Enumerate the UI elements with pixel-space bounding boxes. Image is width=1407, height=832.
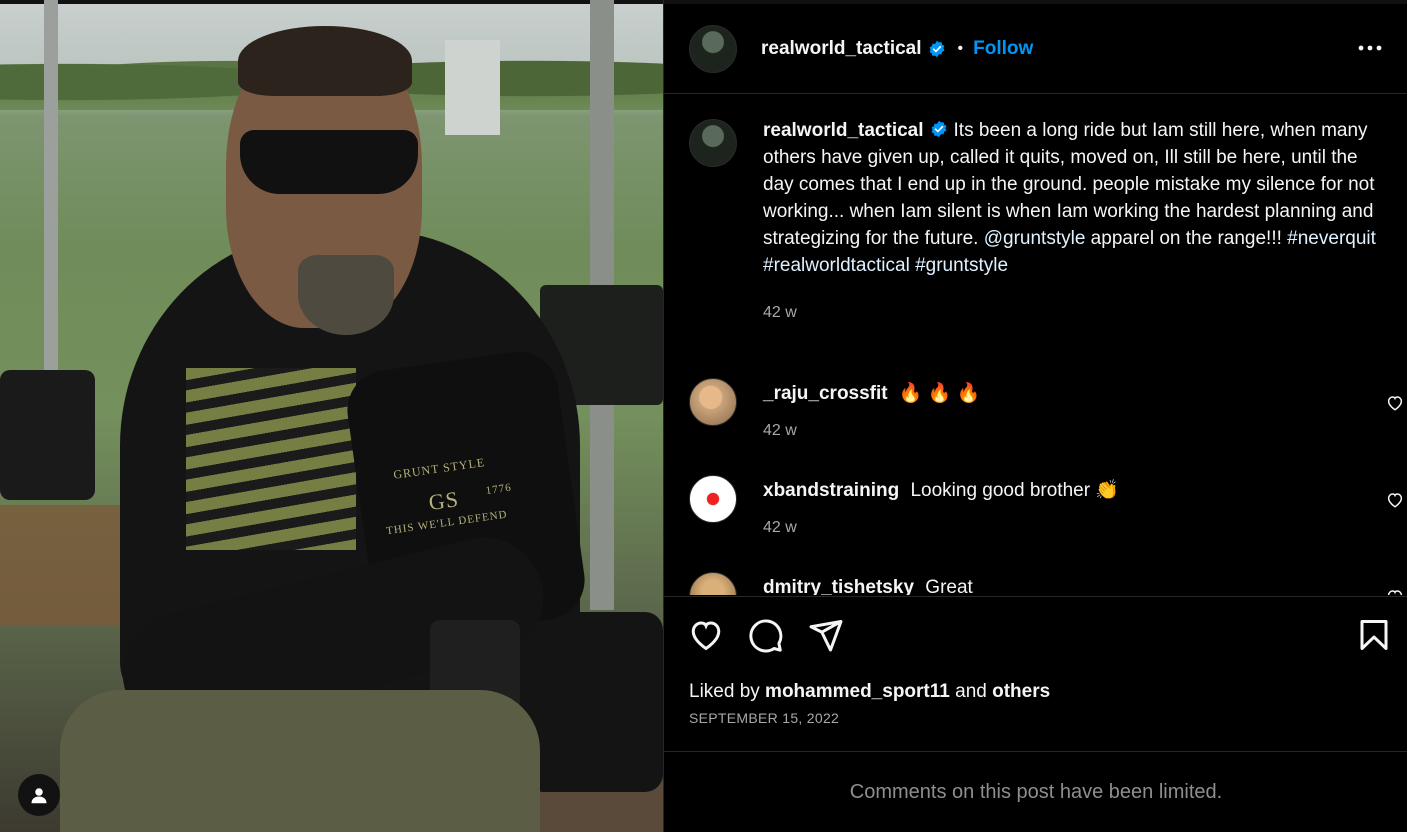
comment-item: _raju_crossfit 🔥 🔥 🔥 42 w — [689, 378, 1403, 458]
comment-bubble-icon[interactable] — [748, 617, 784, 653]
person-legs — [60, 690, 540, 832]
comment-timestamp[interactable]: 42 w — [763, 422, 797, 440]
post-photo: GRUNT STYLE GS 1776 THIS WE'LL DEFEND — [0, 0, 663, 832]
like-heart-icon[interactable] — [688, 617, 724, 653]
comment-item: xbandstraining Looking good brother 👏 42… — [689, 475, 1403, 555]
commenter-username[interactable]: _raju_crossfit — [763, 383, 888, 404]
hashtag-link[interactable]: #gruntstyle — [915, 255, 1008, 276]
caption-username[interactable]: realworld_tactical — [763, 120, 924, 141]
post-header: realworld_tactical • Follow — [664, 4, 1407, 94]
comments-list[interactable]: realworld_tactical Its been a long ride … — [664, 95, 1407, 595]
like-comment-heart-icon[interactable] — [1386, 491, 1404, 509]
person-beard — [298, 255, 394, 335]
post-details-panel: realworld_tactical • Follow realworld_ta… — [663, 0, 1407, 832]
post-actions: Liked by mohammed_sport11 and others SEP… — [664, 596, 1407, 752]
verified-badge-icon — [931, 120, 946, 138]
shirt-flag-print — [186, 368, 356, 550]
person-hair — [238, 26, 412, 96]
comment-body: 🔥 🔥 🔥 — [898, 383, 981, 404]
person-sunglasses — [240, 130, 418, 194]
likes-middle: and — [949, 681, 993, 702]
caption-text: apparel on the range!!! — [1085, 228, 1288, 249]
save-bookmark-icon[interactable] — [1356, 617, 1392, 653]
author-username[interactable]: realworld_tactical — [761, 38, 922, 60]
comment-item: dmitry_tishetsky Great — [689, 572, 1403, 595]
header-separator: • — [957, 39, 964, 57]
likes-others-link[interactable]: others — [992, 681, 1050, 702]
likes-prefix: Liked by — [689, 681, 766, 702]
likes-user-link[interactable]: mohammed_sport11 — [765, 681, 950, 702]
tagged-users-button[interactable] — [18, 774, 60, 816]
commenter-avatar[interactable] — [689, 572, 737, 595]
comment-text: xbandstraining Looking good brother 👏 — [763, 479, 1119, 503]
likes-summary: Liked by mohammed_sport11 and others — [689, 681, 1050, 703]
photo-person: GRUNT STYLE GS 1776 THIS WE'LL DEFEND — [0, 0, 663, 832]
caption-mention-link[interactable]: @gruntstyle — [984, 228, 1086, 249]
hashtag-link[interactable]: #realworldtactical — [763, 255, 910, 276]
caption-author-avatar[interactable] — [689, 119, 737, 167]
comment-body: Looking good brother 👏 — [910, 480, 1119, 501]
comment-timestamp[interactable]: 42 w — [763, 519, 797, 537]
commenter-avatar[interactable] — [689, 378, 737, 426]
share-paper-plane-icon[interactable] — [808, 617, 844, 653]
like-comment-heart-icon[interactable] — [1386, 588, 1404, 595]
comments-limited-notice: Comments on this post have been limited. — [849, 781, 1223, 803]
verified-badge-icon — [929, 40, 944, 57]
like-comment-heart-icon[interactable] — [1386, 394, 1404, 412]
commenter-username[interactable]: dmitry_tishetsky — [763, 577, 914, 595]
comment-text: _raju_crossfit 🔥 🔥 🔥 — [763, 382, 980, 406]
more-horizontal-icon — [1358, 45, 1382, 51]
commenter-avatar[interactable] — [689, 475, 737, 523]
comment-text: dmitry_tishetsky Great — [763, 576, 973, 595]
caption-timestamp[interactable]: 42 w — [763, 299, 1383, 326]
author-avatar[interactable] — [689, 24, 737, 73]
more-options-button[interactable] — [1356, 34, 1384, 62]
user-icon — [31, 788, 47, 804]
comment-body: Great — [925, 577, 973, 595]
hashtag-link[interactable]: #neverquit — [1287, 228, 1376, 249]
caption-body: realworld_tactical Its been a long ride … — [763, 117, 1383, 326]
commenter-username[interactable]: xbandstraining — [763, 480, 899, 501]
post-date[interactable]: SEPTEMBER 15, 2022 — [689, 710, 839, 726]
follow-button[interactable]: Follow — [973, 38, 1033, 60]
